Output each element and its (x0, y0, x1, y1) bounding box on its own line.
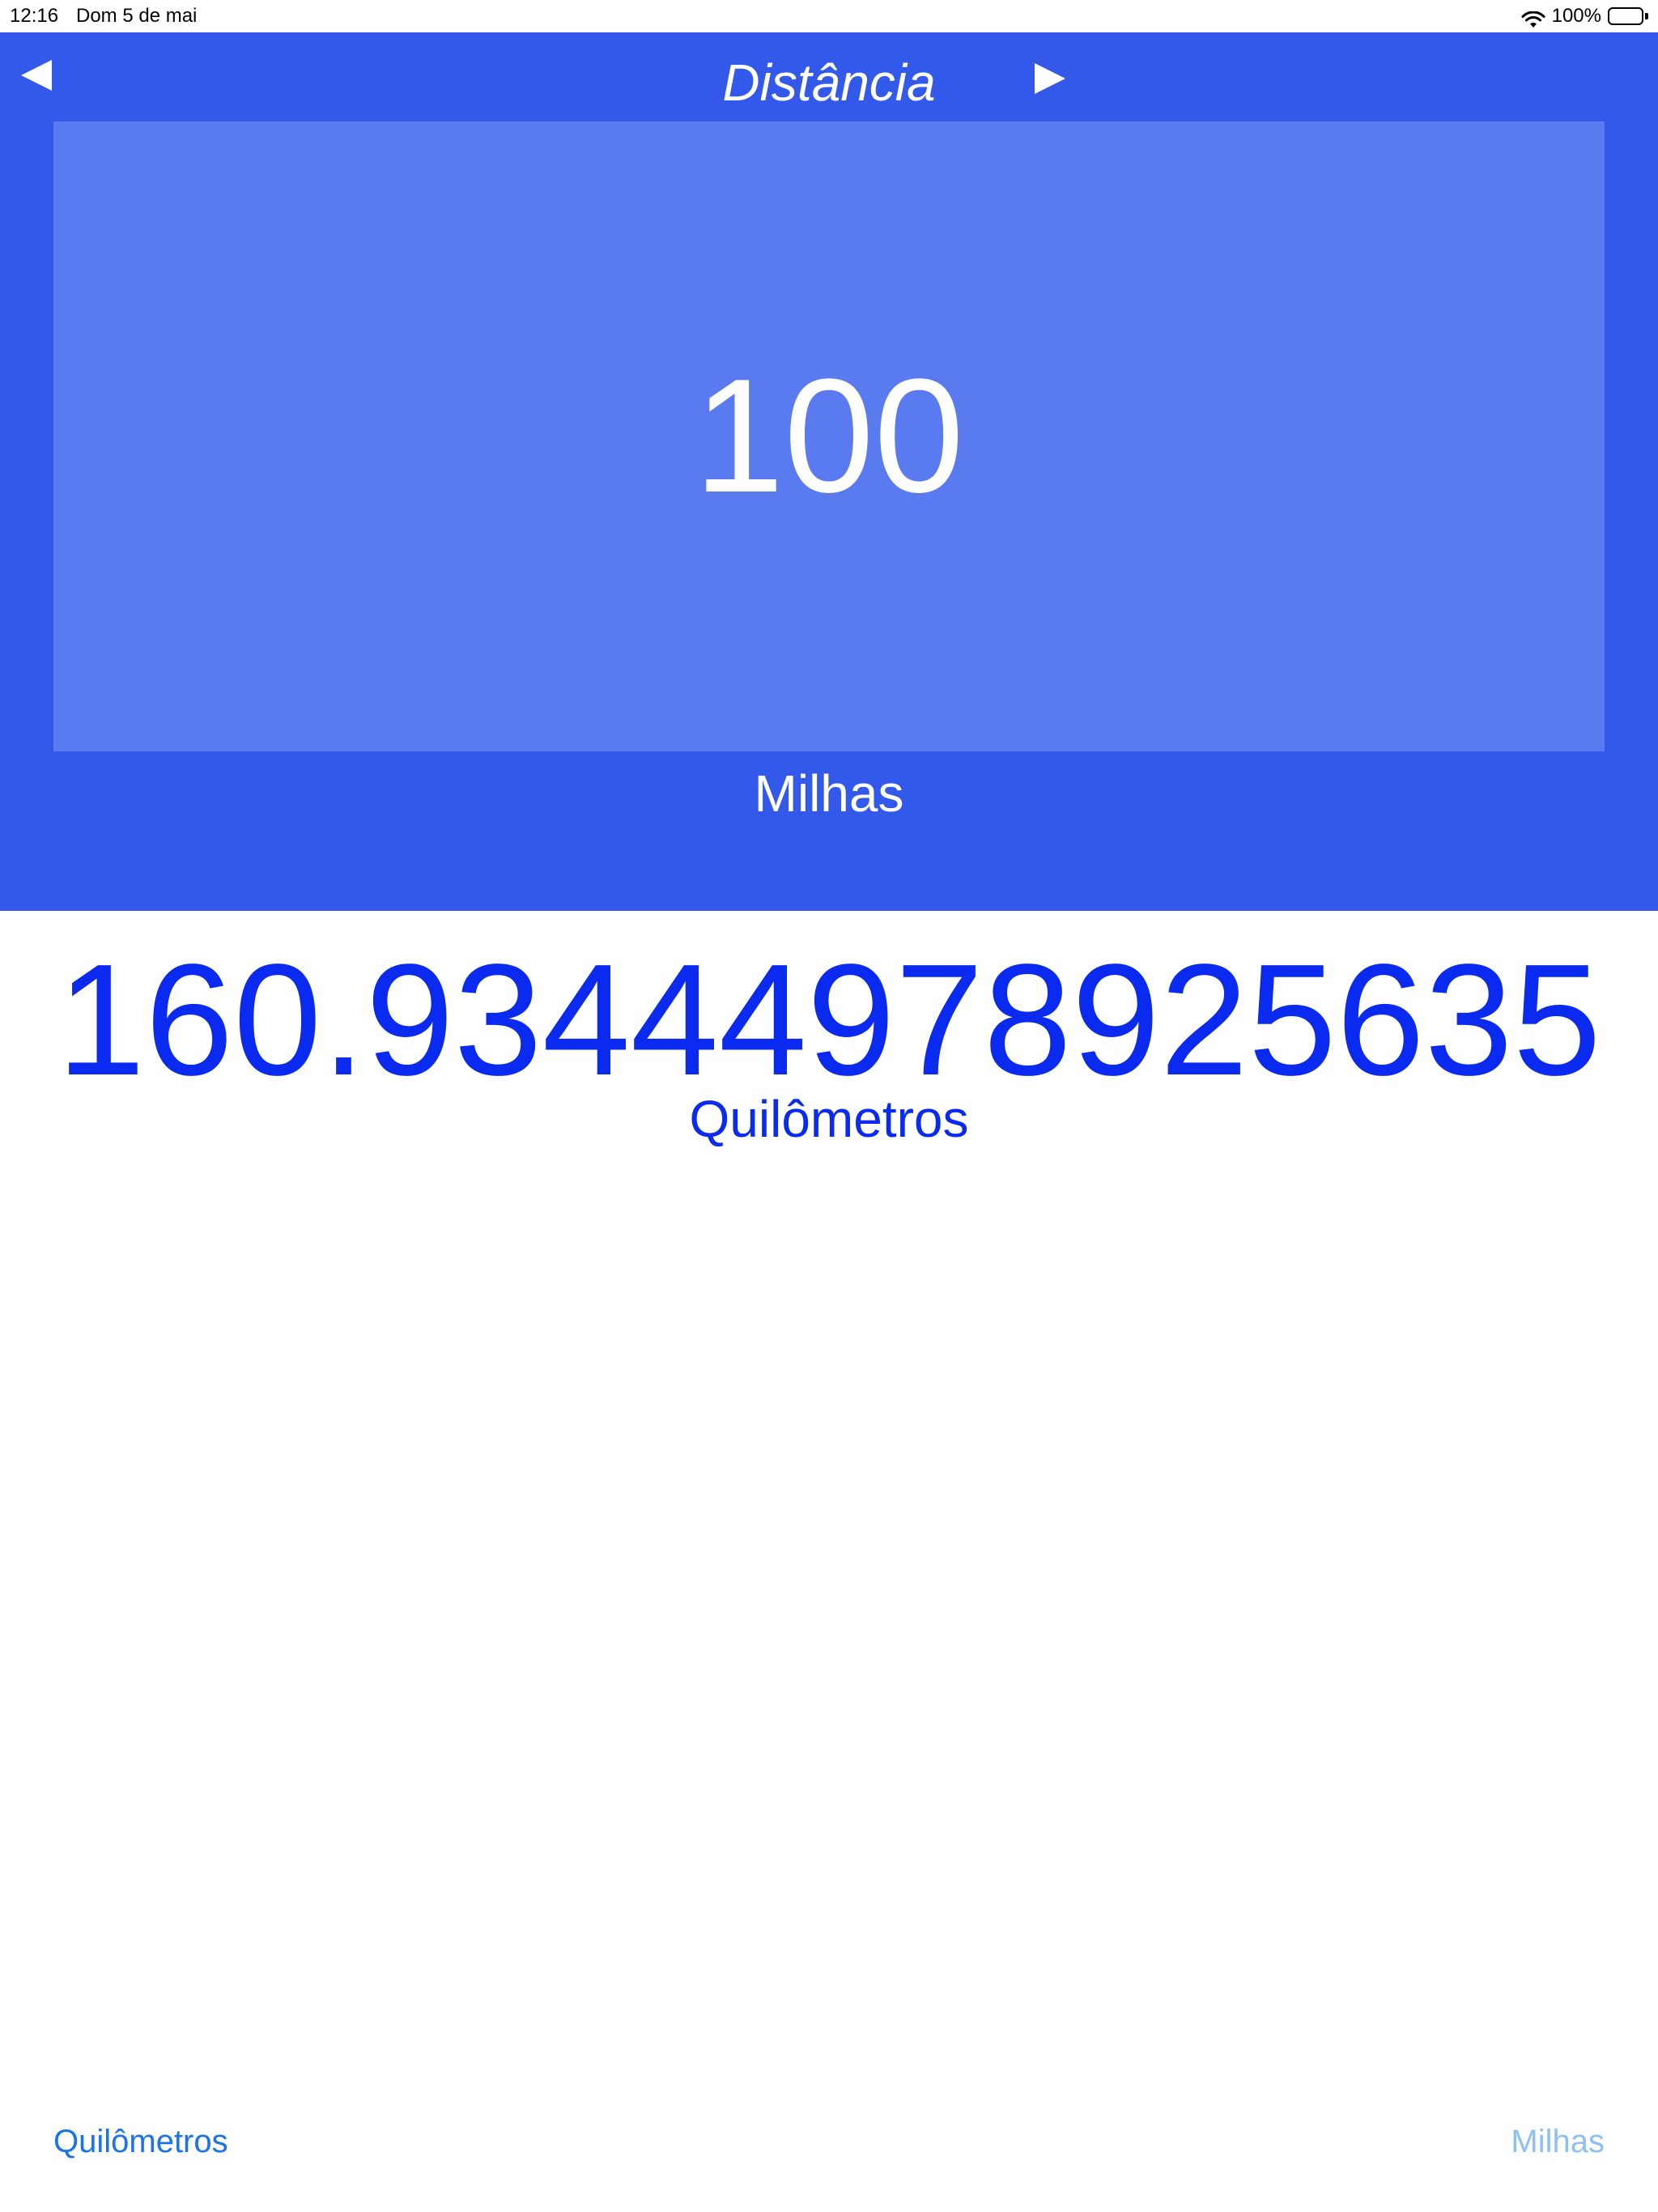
status-indicators: 100% (1521, 0, 1648, 32)
status-bar: 12:16 Dom 5 de mai 100% (0, 0, 1658, 32)
input-unit-label: Milhas (754, 764, 904, 823)
wifi-icon (1521, 7, 1545, 28)
page-title: Distância (722, 53, 936, 112)
result-unit-label: Quilômetros (689, 1090, 969, 1148)
battery-percent: 100% (1551, 5, 1601, 27)
triangle-right-icon[interactable] (1033, 62, 1067, 96)
result-value: 160.93444978925635 (57, 931, 1601, 1108)
input-value-field[interactable]: 100 (53, 121, 1605, 751)
input-value-text: 100 (694, 346, 964, 526)
battery-icon (1608, 7, 1648, 25)
status-date: Dom 5 de mai (76, 5, 198, 27)
bottom-unit-right-button[interactable]: Milhas (1511, 2121, 1605, 2162)
status-time: 12:16 (10, 5, 59, 27)
header: Distância 100 Milhas (0, 32, 1658, 911)
bottom-unit-left-button[interactable]: Quilômetros (53, 2121, 228, 2162)
